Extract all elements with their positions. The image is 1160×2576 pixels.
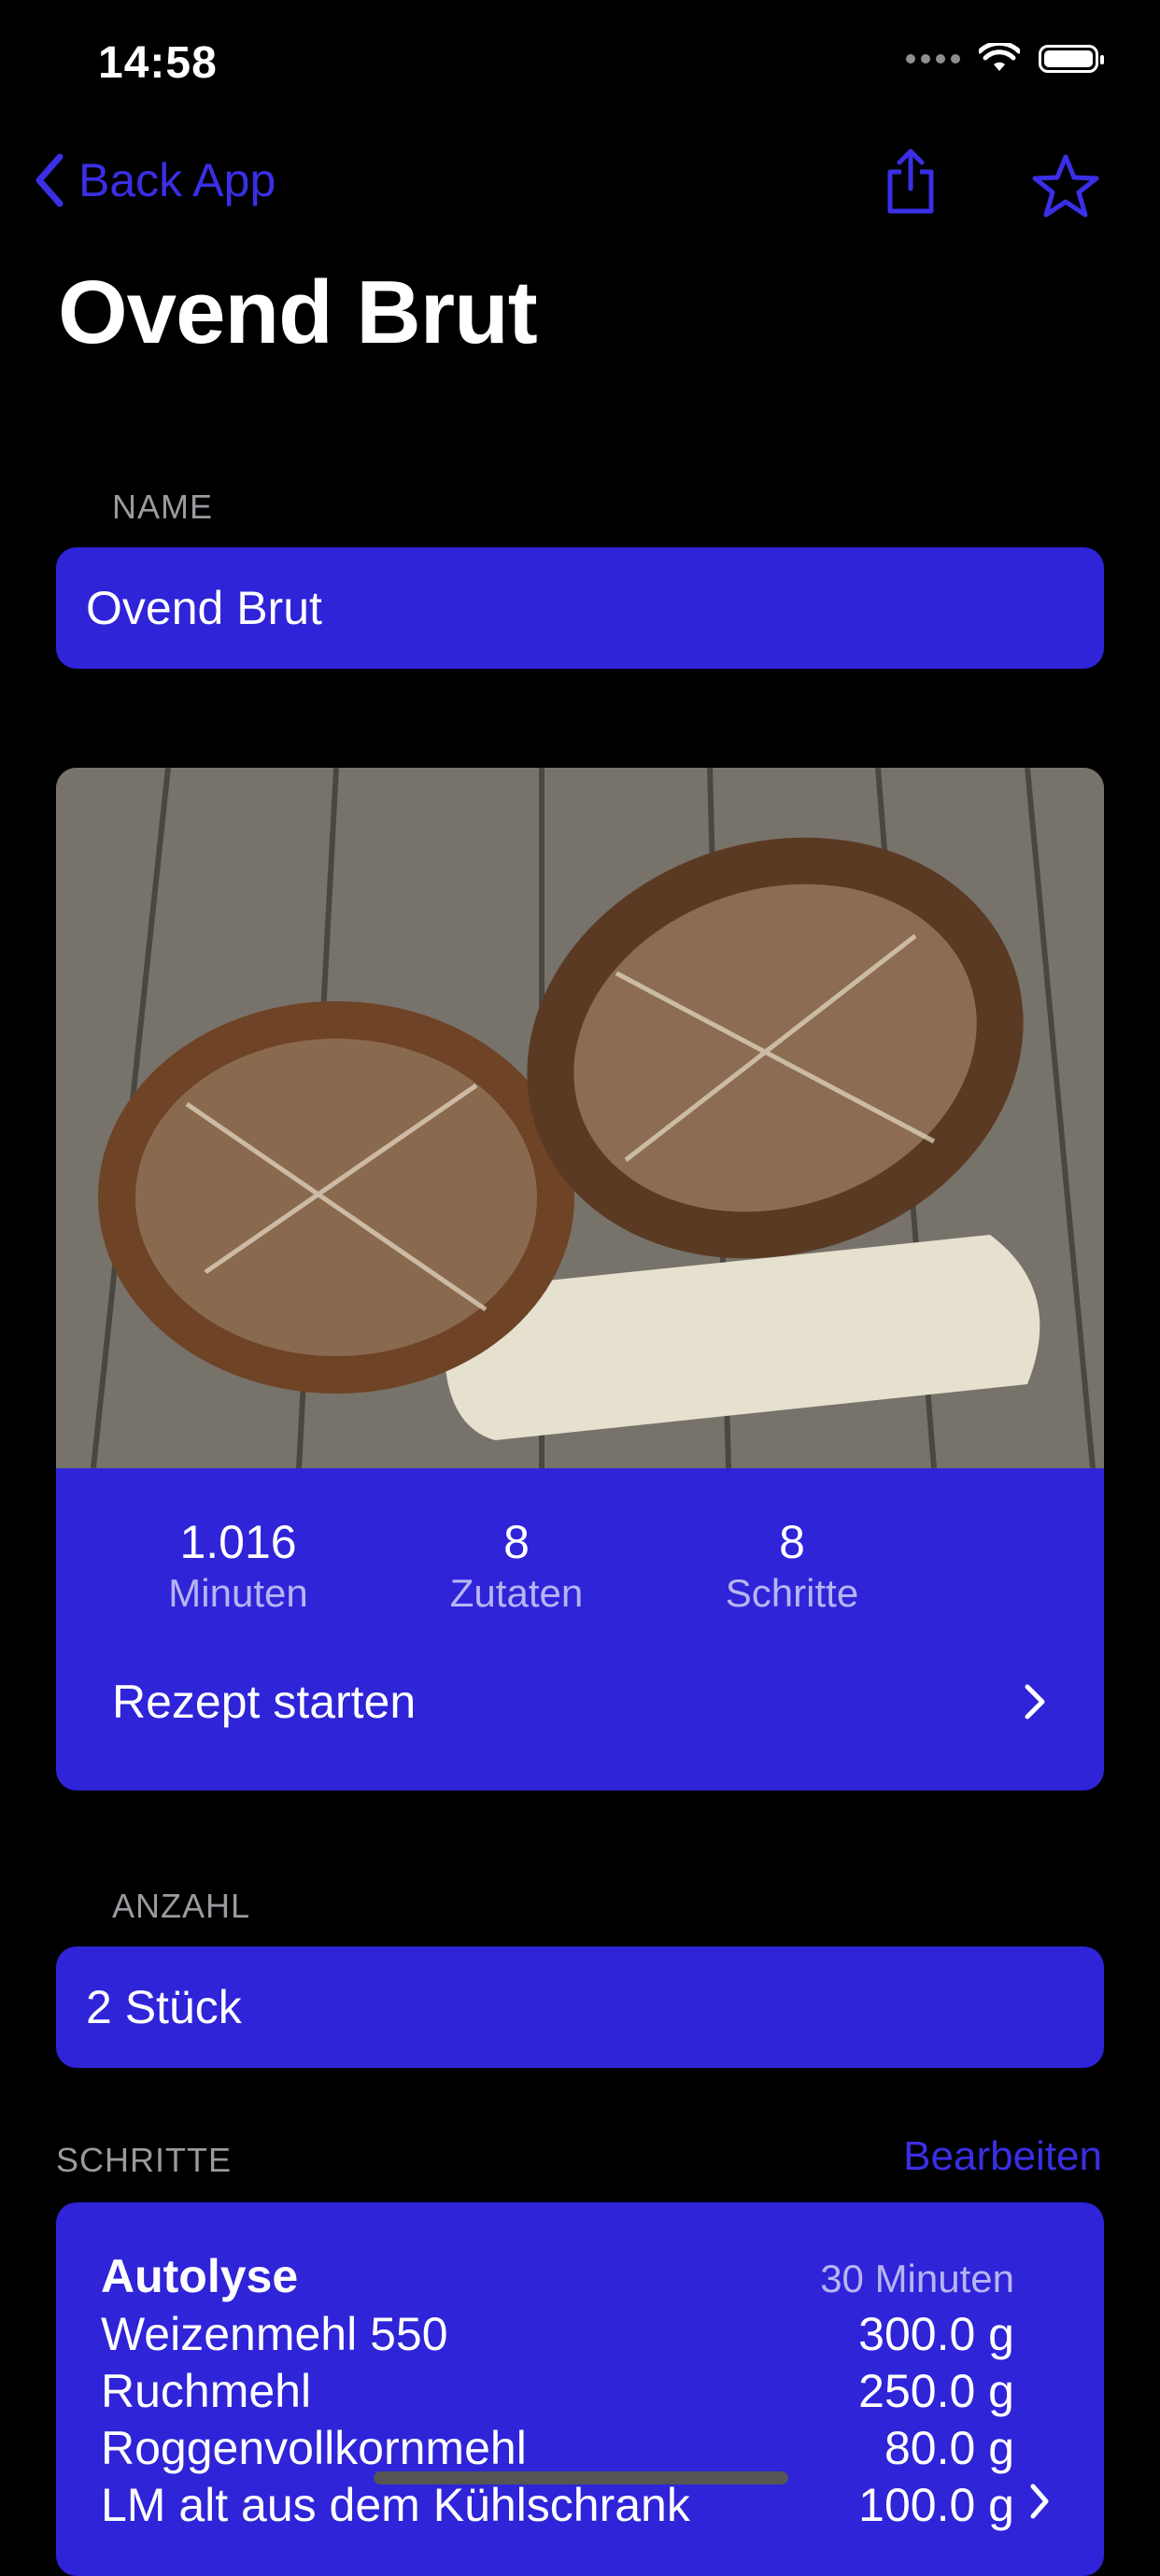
- status-time: 14:58: [98, 38, 218, 88]
- favorite-button[interactable]: [1031, 153, 1100, 223]
- ingredient-amount: 250.0 g: [858, 2365, 1014, 2417]
- edit-steps-button[interactable]: Bearbeiten: [903, 2133, 1102, 2180]
- stat-minutes-value: 1.016: [179, 1516, 297, 1568]
- steps-section-label: SCHRITTE: [56, 2141, 232, 2179]
- ingredient-name: LM alt aus dem Kühlschrank: [101, 2479, 690, 2531]
- ingredient-amount: 300.0 g: [858, 2308, 1014, 2360]
- back-button[interactable]: Back App: [34, 153, 276, 207]
- ingredient-row: Roggenvollkornmehl 80.0 g: [101, 2421, 1014, 2475]
- name-field[interactable]: Ovend Brut: [56, 547, 1104, 669]
- page-title: Ovend Brut: [58, 262, 538, 362]
- back-label: Back App: [78, 154, 276, 206]
- count-field[interactable]: 2 Stück: [56, 1946, 1104, 2068]
- stat-minutes: 1.016 Minuten: [117, 1515, 360, 1616]
- signal-icon: [906, 54, 960, 64]
- bread-image: [56, 768, 1104, 1468]
- stat-ingredients: 8 Zutaten: [395, 1515, 638, 1616]
- recipe-card: 1.016 Minuten 8 Zutaten 8 Schritte Rezep…: [56, 768, 1104, 1790]
- ingredient-row: LM alt aus dem Kühlschrank 100.0 g: [101, 2478, 1014, 2532]
- start-recipe-button[interactable]: Rezept starten: [56, 1641, 1104, 1762]
- step-title: Autolyse: [101, 2250, 299, 2302]
- stat-ingredients-label: Zutaten: [449, 1571, 584, 1615]
- ingredient-name: Ruchmehl: [101, 2365, 312, 2417]
- chevron-right-icon: [1025, 1684, 1045, 1720]
- ingredient-row: Weizenmehl 550 300.0 g: [101, 2307, 1014, 2361]
- star-icon: [1032, 154, 1099, 218]
- step-header: Autolyse 30 Minuten: [101, 2249, 1014, 2303]
- chevron-left-icon: [35, 153, 64, 207]
- stat-steps-value: 8: [779, 1516, 805, 1568]
- ingredient-row: Ruchmehl 250.0 g: [101, 2364, 1014, 2418]
- ingredient-amount: 80.0 g: [884, 2422, 1014, 2474]
- name-section-label: NAME: [112, 488, 214, 526]
- wifi-icon: [979, 43, 1020, 71]
- ingredient-name: Roggenvollkornmehl: [101, 2422, 527, 2474]
- stat-ingredients-value: 8: [503, 1516, 530, 1568]
- step-duration: 30 Minuten: [820, 2257, 1014, 2300]
- step-card[interactable]: Autolyse 30 Minuten Weizenmehl 550 300.0…: [56, 2202, 1104, 2576]
- stat-steps-label: Schritte: [725, 1571, 859, 1615]
- stat-steps: 8 Schritte: [671, 1515, 913, 1616]
- home-indicator[interactable]: [374, 2471, 788, 2484]
- ingredient-name: Weizenmehl 550: [101, 2308, 448, 2360]
- count-section-label: ANZAHL: [112, 1887, 251, 1925]
- share-button[interactable]: [883, 148, 939, 219]
- bread-photo: [56, 768, 1104, 1468]
- stat-minutes-label: Minuten: [168, 1571, 308, 1615]
- status-indicators: [906, 43, 1104, 75]
- battery-icon: [1039, 45, 1104, 73]
- share-icon: [887, 149, 934, 214]
- ingredient-amount: 100.0 g: [858, 2479, 1014, 2531]
- start-recipe-label: Rezept starten: [112, 1676, 417, 1728]
- chevron-right-icon: [1030, 2484, 1049, 2519]
